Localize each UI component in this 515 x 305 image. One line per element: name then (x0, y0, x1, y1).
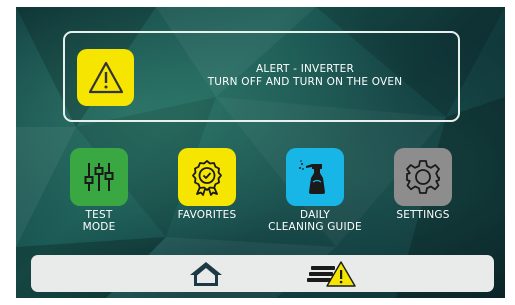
award-badge-icon (192, 160, 222, 196)
device-bezel: ALERT - INVERTER TURN OFF AND TURN ON TH… (0, 0, 515, 305)
alert-message: ALERT - INVERTER TURN OFF AND TURN ON TH… (175, 63, 435, 89)
alert-instruction: TURN OFF AND TURN ON THE OVEN (207, 76, 403, 88)
home-button[interactable] (186, 258, 226, 290)
settings-label-line1: SETTINGS (396, 209, 450, 221)
home-icon (190, 262, 222, 286)
favorites-label: FAVORITES (152, 209, 262, 221)
test-mode-label-line2: MODE (82, 221, 116, 233)
favorites-label-line1: FAVORITES (177, 209, 237, 221)
gear-icon (406, 160, 440, 194)
sliders-icon (84, 163, 114, 191)
test-mode-label: TEST MODE (44, 209, 154, 233)
bottom-nav-bar (31, 255, 494, 292)
settings-label: SETTINGS (368, 209, 478, 221)
alert-panel[interactable]: ALERT - INVERTER TURN OFF AND TURN ON TH… (63, 31, 460, 122)
daily-cleaning-guide-label: DAILY CLEANING GUIDE (260, 209, 370, 233)
menu-warning-icon (307, 261, 356, 287)
alert-icon-tile (77, 49, 134, 106)
alert-title: ALERT - INVERTER (256, 63, 354, 75)
daily-cleaning-guide-button[interactable] (286, 148, 344, 206)
test-mode-label-line1: TEST (85, 209, 113, 221)
settings-button[interactable] (394, 148, 452, 206)
alerts-menu-button[interactable] (306, 258, 358, 290)
test-mode-button[interactable] (70, 148, 128, 206)
favorites-button[interactable] (178, 148, 236, 206)
daily-cleaning-label-line2: CLEANING GUIDE (268, 221, 362, 233)
spray-bottle-icon (299, 160, 325, 194)
oven-screen: ALERT - INVERTER TURN OFF AND TURN ON TH… (16, 7, 505, 298)
warning-triangle-icon (88, 61, 123, 93)
daily-cleaning-label-line1: DAILY (299, 209, 331, 221)
